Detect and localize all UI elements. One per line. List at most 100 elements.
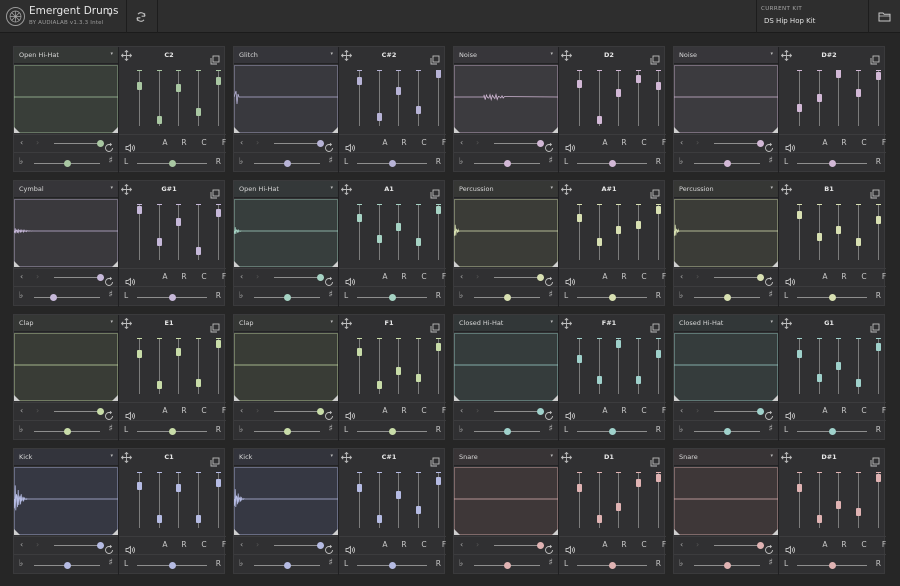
chevron-down-icon[interactable]: ▾ xyxy=(550,51,553,57)
slider-handle[interactable] xyxy=(636,75,641,83)
trim-start-handle[interactable] xyxy=(674,395,680,401)
slider-handle[interactable] xyxy=(357,77,362,85)
slider-handle[interactable] xyxy=(416,374,421,382)
slider-handle[interactable] xyxy=(137,82,142,90)
slider-handle[interactable] xyxy=(396,223,401,231)
slider-handle[interactable] xyxy=(436,206,441,214)
slider-track[interactable] xyxy=(819,338,820,394)
slider-track[interactable] xyxy=(658,70,659,126)
slider-handle[interactable] xyxy=(876,474,881,482)
trim-end-handle[interactable] xyxy=(552,529,558,535)
pitch-slider-knob[interactable] xyxy=(724,294,731,301)
chevron-down-icon[interactable]: ▾ xyxy=(550,453,553,459)
pan-slider-knob[interactable] xyxy=(829,562,836,569)
slider-track[interactable] xyxy=(359,338,360,394)
trim-start-handle[interactable] xyxy=(14,127,20,133)
speaker-icon[interactable] xyxy=(345,272,355,282)
slider-handle[interactable] xyxy=(817,374,822,382)
slider-track[interactable] xyxy=(858,70,859,126)
waveform-display[interactable] xyxy=(674,65,778,133)
slider-handle[interactable] xyxy=(577,484,582,492)
slider-handle[interactable] xyxy=(836,226,841,234)
reset-icon[interactable] xyxy=(324,138,334,148)
prev-sample-button[interactable]: ‹ xyxy=(240,272,243,281)
slider-track[interactable] xyxy=(638,204,639,260)
slider-handle[interactable] xyxy=(196,247,201,255)
slider-track[interactable] xyxy=(638,338,639,394)
copy-icon[interactable] xyxy=(870,452,881,463)
pan-slider-knob[interactable] xyxy=(169,428,176,435)
variation-slider-knob[interactable] xyxy=(537,140,544,147)
slider-handle[interactable] xyxy=(636,221,641,229)
trim-end-handle[interactable] xyxy=(112,395,118,401)
slider-track[interactable] xyxy=(398,70,399,126)
trim-end-handle[interactable] xyxy=(332,261,338,267)
pan-slider-knob[interactable] xyxy=(829,160,836,167)
slider-handle[interactable] xyxy=(856,238,861,246)
copy-icon[interactable] xyxy=(650,184,661,195)
waveform-display[interactable] xyxy=(674,333,778,401)
waveform-display[interactable] xyxy=(454,65,558,133)
variation-slider-knob[interactable] xyxy=(97,140,104,147)
slider-handle[interactable] xyxy=(817,94,822,102)
speaker-icon[interactable] xyxy=(785,272,795,282)
trim-end-handle[interactable] xyxy=(332,529,338,535)
sample-selector[interactable]: Kick▾ xyxy=(14,449,118,466)
slider-handle[interactable] xyxy=(176,484,181,492)
pitch-slider-knob[interactable] xyxy=(504,160,511,167)
slider-handle[interactable] xyxy=(396,367,401,375)
trim-start-handle[interactable] xyxy=(14,261,20,267)
chevron-down-icon[interactable]: ▾ xyxy=(770,185,773,191)
waveform-display[interactable] xyxy=(14,333,118,401)
slider-track[interactable] xyxy=(178,472,179,528)
slider-track[interactable] xyxy=(858,472,859,528)
slider-handle[interactable] xyxy=(597,515,602,523)
move-arrows-icon[interactable] xyxy=(119,450,133,465)
prev-sample-button[interactable]: ‹ xyxy=(680,540,683,549)
slider-handle[interactable] xyxy=(157,381,162,389)
slider-handle[interactable] xyxy=(436,343,441,351)
prev-sample-button[interactable]: ‹ xyxy=(460,272,463,281)
reset-icon[interactable] xyxy=(544,540,554,550)
pan-slider-knob[interactable] xyxy=(609,160,616,167)
chevron-down-icon[interactable]: ▾ xyxy=(550,185,553,191)
slider-handle[interactable] xyxy=(817,515,822,523)
pitch-slider-knob[interactable] xyxy=(284,294,291,301)
trim-start-handle[interactable] xyxy=(234,395,240,401)
speaker-icon[interactable] xyxy=(125,272,135,282)
sample-selector[interactable]: Clap▾ xyxy=(234,315,338,332)
trim-end-handle[interactable] xyxy=(112,261,118,267)
slider-handle[interactable] xyxy=(636,376,641,384)
slider-handle[interactable] xyxy=(357,214,362,222)
slider-handle[interactable] xyxy=(396,87,401,95)
variation-slider-knob[interactable] xyxy=(757,542,764,549)
pan-slider-knob[interactable] xyxy=(389,294,396,301)
slider-handle[interactable] xyxy=(597,376,602,384)
next-sample-button[interactable]: › xyxy=(36,272,39,281)
slider-handle[interactable] xyxy=(656,206,661,214)
slider-handle[interactable] xyxy=(157,515,162,523)
slider-handle[interactable] xyxy=(616,89,621,97)
prev-sample-button[interactable]: ‹ xyxy=(240,406,243,415)
slider-handle[interactable] xyxy=(436,70,441,78)
slider-handle[interactable] xyxy=(216,479,221,487)
variation-slider-knob[interactable] xyxy=(97,274,104,281)
speaker-icon[interactable] xyxy=(125,406,135,416)
pan-slider-knob[interactable] xyxy=(169,160,176,167)
slider-handle[interactable] xyxy=(577,355,582,363)
move-arrows-icon[interactable] xyxy=(119,48,133,63)
slider-handle[interactable] xyxy=(416,238,421,246)
copy-icon[interactable] xyxy=(650,318,661,329)
pan-slider-knob[interactable] xyxy=(169,294,176,301)
copy-icon[interactable] xyxy=(870,184,881,195)
waveform-display[interactable] xyxy=(234,65,338,133)
trim-end-handle[interactable] xyxy=(332,395,338,401)
prev-sample-button[interactable]: ‹ xyxy=(460,138,463,147)
slider-track[interactable] xyxy=(418,472,419,528)
slider-track[interactable] xyxy=(799,70,800,126)
copy-icon[interactable] xyxy=(650,50,661,61)
slider-track[interactable] xyxy=(858,204,859,260)
trim-start-handle[interactable] xyxy=(14,529,20,535)
trim-end-handle[interactable] xyxy=(552,261,558,267)
sample-selector[interactable]: Closed Hi-Hat▾ xyxy=(454,315,558,332)
